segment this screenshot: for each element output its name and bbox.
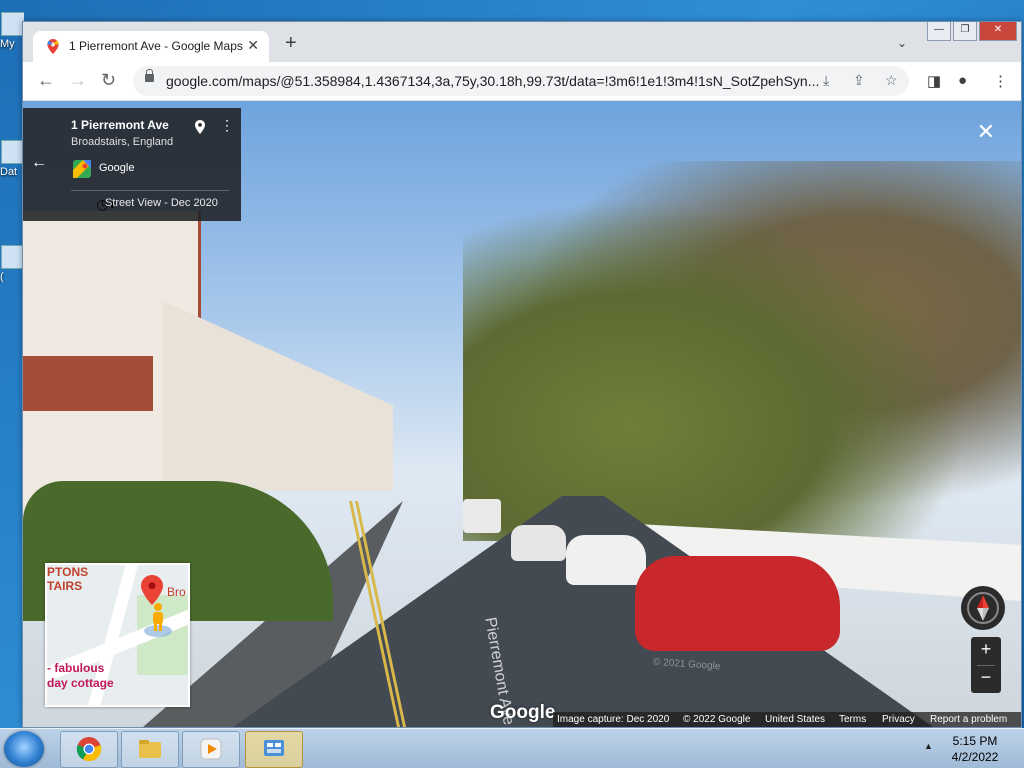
chrome-icon: [76, 737, 102, 762]
more-options-icon[interactable]: ⋮: [220, 118, 234, 132]
minimize-button[interactable]: —: [927, 22, 951, 41]
profile-avatar-icon[interactable]: ●: [958, 72, 967, 89]
close-window-button[interactable]: ✕: [979, 22, 1017, 41]
browser-menu-icon[interactable]: ⋮: [993, 72, 1008, 90]
divider: [977, 665, 995, 666]
taskbar: ▲ 5:15 PM 4/2/2022: [0, 728, 1024, 768]
panorama-van: [463, 499, 501, 533]
system-clock[interactable]: 5:15 PM 4/2/2022: [940, 733, 1010, 765]
install-app-icon[interactable]: ⤓: [823, 72, 829, 89]
computer-icon: [1, 12, 24, 36]
report-problem-link[interactable]: Report a problem: [930, 714, 1007, 725]
capture-date-label: Street View - Dec 2020: [105, 197, 218, 209]
zoom-in-button[interactable]: +: [971, 639, 1001, 660]
tab-strip: 1 Pierremont Ave - Google Maps ✕ + ⌄ — ❐…: [23, 22, 1021, 62]
zoom-out-button[interactable]: −: [971, 667, 1001, 688]
panorama-red-car: [635, 556, 840, 651]
panorama-trees: [463, 161, 1021, 541]
reload-button[interactable]: ↻: [101, 71, 116, 89]
url-text[interactable]: google.com/maps/@51.358984,1.4367134,3a,…: [166, 73, 819, 89]
back-arrow-icon[interactable]: ←: [31, 154, 47, 172]
panorama-car: [566, 535, 646, 585]
map-pin-icon[interactable]: [195, 120, 205, 134]
taskbar-explorer[interactable]: [121, 731, 179, 768]
address-bar[interactable]: google.com/maps/@51.358984,1.4367134,3a,…: [133, 66, 909, 96]
share-icon[interactable]: ⇪: [853, 72, 865, 89]
privacy-link[interactable]: Privacy: [882, 714, 915, 725]
tab-search-icon[interactable]: ⌄: [897, 36, 907, 50]
map-footer: Image capture: Dec 2020 © 2022 Google Un…: [553, 712, 1021, 727]
divider: [71, 190, 229, 191]
minimap-label-street: Bro: [167, 585, 186, 599]
pegman-icon[interactable]: [143, 601, 173, 637]
side-panel-icon[interactable]: ◨: [927, 72, 941, 90]
tab-title: 1 Pierremont Ave - Google Maps: [69, 39, 243, 53]
desktop-icon-3[interactable]: (: [0, 245, 24, 283]
minimap[interactable]: PTONS TAIRS Bro - fabulous day cottage: [45, 563, 190, 707]
folder-icon: [139, 740, 161, 758]
desktop-icon-label: (: [0, 271, 4, 283]
show-hidden-icons[interactable]: ▲: [924, 741, 933, 751]
clock-date: 4/2/2022: [951, 750, 999, 764]
folder-icon: [1, 140, 24, 164]
clock-time: 5:15 PM: [952, 734, 998, 748]
copyright-label: © 2022 Google: [683, 714, 751, 725]
minimap-label-cottage: - fabulous day cottage: [47, 661, 114, 690]
minimap-label-poi: PTONS TAIRS: [47, 565, 89, 593]
close-street-view-icon[interactable]: ✕: [977, 121, 995, 143]
media-player-icon: [200, 738, 222, 760]
back-button[interactable]: ←: [37, 71, 55, 89]
google-maps-favicon-icon: [47, 39, 59, 54]
place-name[interactable]: 1 Pierremont Ave: [71, 118, 169, 132]
google-maps-logo-icon: [73, 160, 91, 178]
google-logo: Google: [490, 702, 556, 723]
publisher-name: Google: [99, 162, 135, 174]
start-button[interactable]: [4, 731, 44, 767]
location-info-card: ← 1 Pierremont Ave Broadstairs, England …: [23, 108, 241, 221]
terms-link[interactable]: Terms: [839, 714, 866, 725]
restore-button[interactable]: ❐: [953, 22, 977, 41]
control-panel-icon: [264, 740, 284, 756]
taskbar-media-player[interactable]: [182, 731, 240, 768]
browser-window: 1 Pierremont Ave - Google Maps ✕ + ⌄ — ❐…: [22, 21, 1022, 728]
lock-icon[interactable]: [145, 69, 154, 82]
compass-icon[interactable]: [961, 586, 1005, 630]
image-capture-label: Image capture: Dec 2020: [557, 714, 670, 725]
zoom-control: + −: [971, 637, 1001, 693]
tab-close-icon[interactable]: ✕: [247, 37, 259, 54]
taskbar-chrome[interactable]: [60, 731, 118, 768]
desktop-icon-my-computer[interactable]: My: [0, 12, 24, 50]
desktop-icon-label: My: [0, 38, 15, 50]
tab-google-maps[interactable]: 1 Pierremont Ave - Google Maps ✕: [33, 31, 269, 62]
browser-toolbar: ← → ↻ google.com/maps/@51.358984,1.43671…: [23, 62, 1021, 101]
region-link[interactable]: United States: [765, 714, 825, 725]
app-icon: [1, 245, 24, 269]
desktop-icon-data[interactable]: Dat: [0, 140, 24, 178]
street-view-panorama[interactable]: Pierremont Ave © 2021 Google ← 1 Pierrem…: [23, 101, 1021, 727]
desktop-icon-label: Dat: [0, 166, 18, 178]
bookmark-star-icon[interactable]: ☆: [885, 72, 898, 89]
taskbar-control-panel[interactable]: [245, 731, 303, 768]
new-tab-button[interactable]: +: [285, 33, 297, 53]
place-locality: Broadstairs, England: [71, 136, 174, 148]
forward-button[interactable]: →: [69, 71, 87, 89]
panorama-car: [511, 525, 566, 561]
